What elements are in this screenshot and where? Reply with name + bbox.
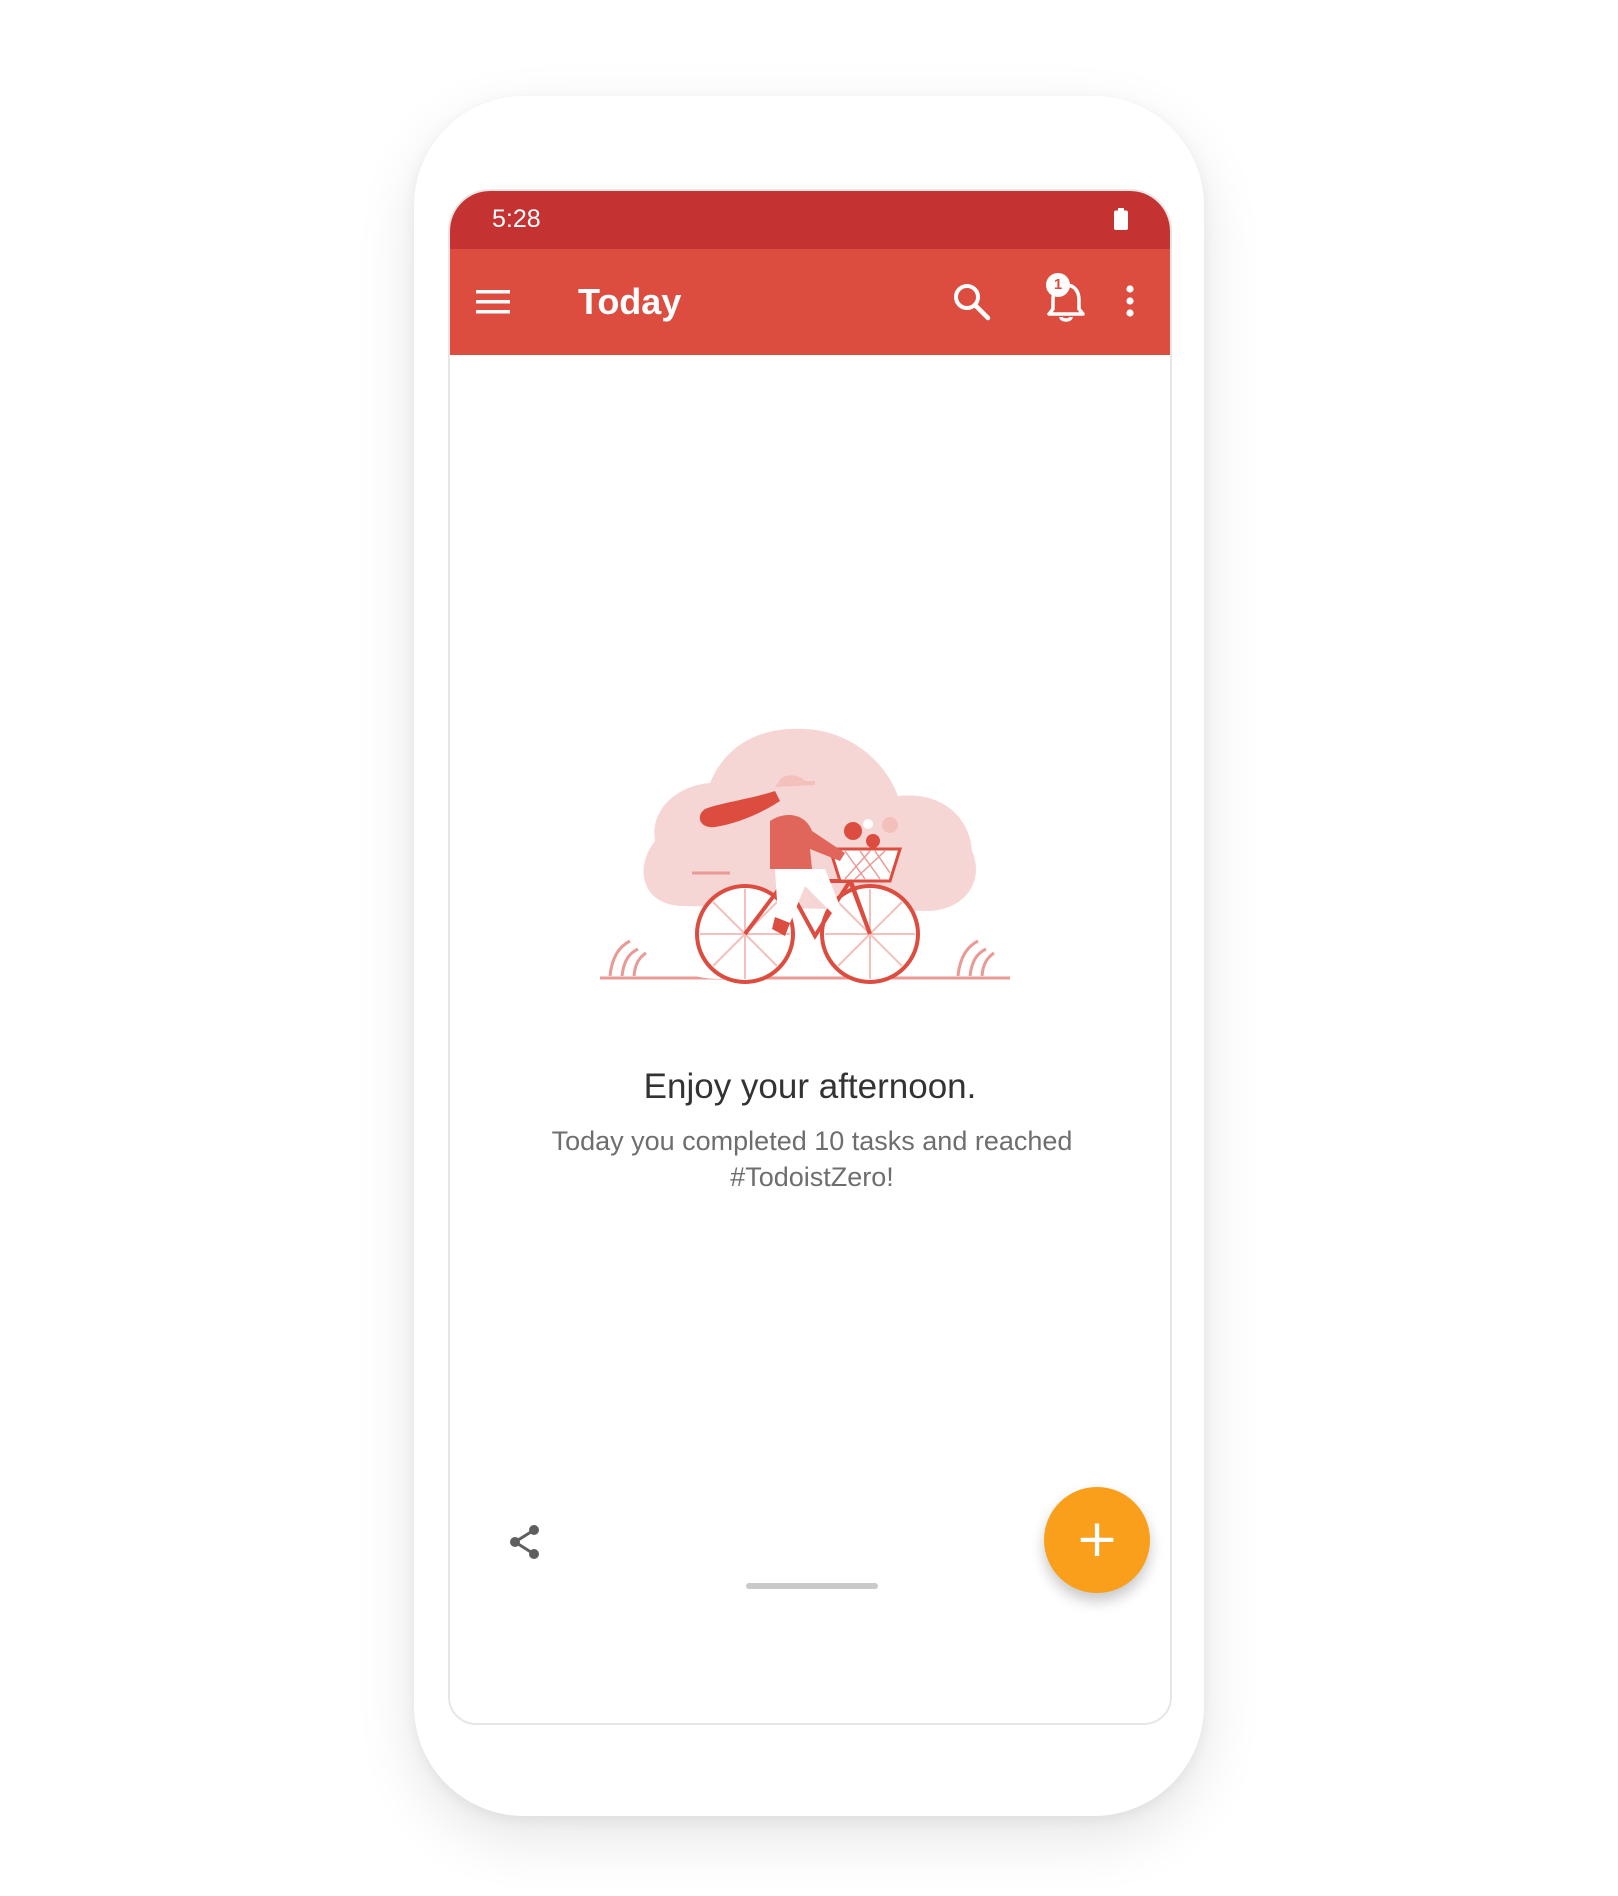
home-indicator[interactable]	[746, 1583, 878, 1589]
empty-state-title: Enjoy your afternoon.	[643, 1067, 977, 1106]
app-bar: Today 1	[450, 249, 1170, 355]
phone-screen: 5:28 Today 1 Enjoy your afternoon. Today…	[448, 189, 1172, 1725]
hamburger-menu-icon[interactable]	[474, 282, 514, 322]
notification-badge: 1	[1046, 273, 1070, 297]
more-vertical-icon[interactable]	[1110, 279, 1150, 323]
page: 5:28 Today 1 Enjoy your afternoon. Today…	[0, 0, 1618, 1896]
person-riding-bicycle-illustration	[600, 728, 1010, 984]
page-title: Today	[578, 281, 682, 322]
share-icon[interactable]	[504, 1521, 546, 1563]
battery-icon	[1114, 208, 1128, 230]
empty-state-subtitle: Today you completed 10 tasks and reached…	[551, 1126, 1073, 1192]
status-time: 5:28	[492, 205, 541, 233]
add-task-button[interactable]: +	[1044, 1487, 1150, 1593]
search-icon[interactable]	[950, 280, 994, 324]
status-bar: 5:28	[450, 191, 1170, 249]
